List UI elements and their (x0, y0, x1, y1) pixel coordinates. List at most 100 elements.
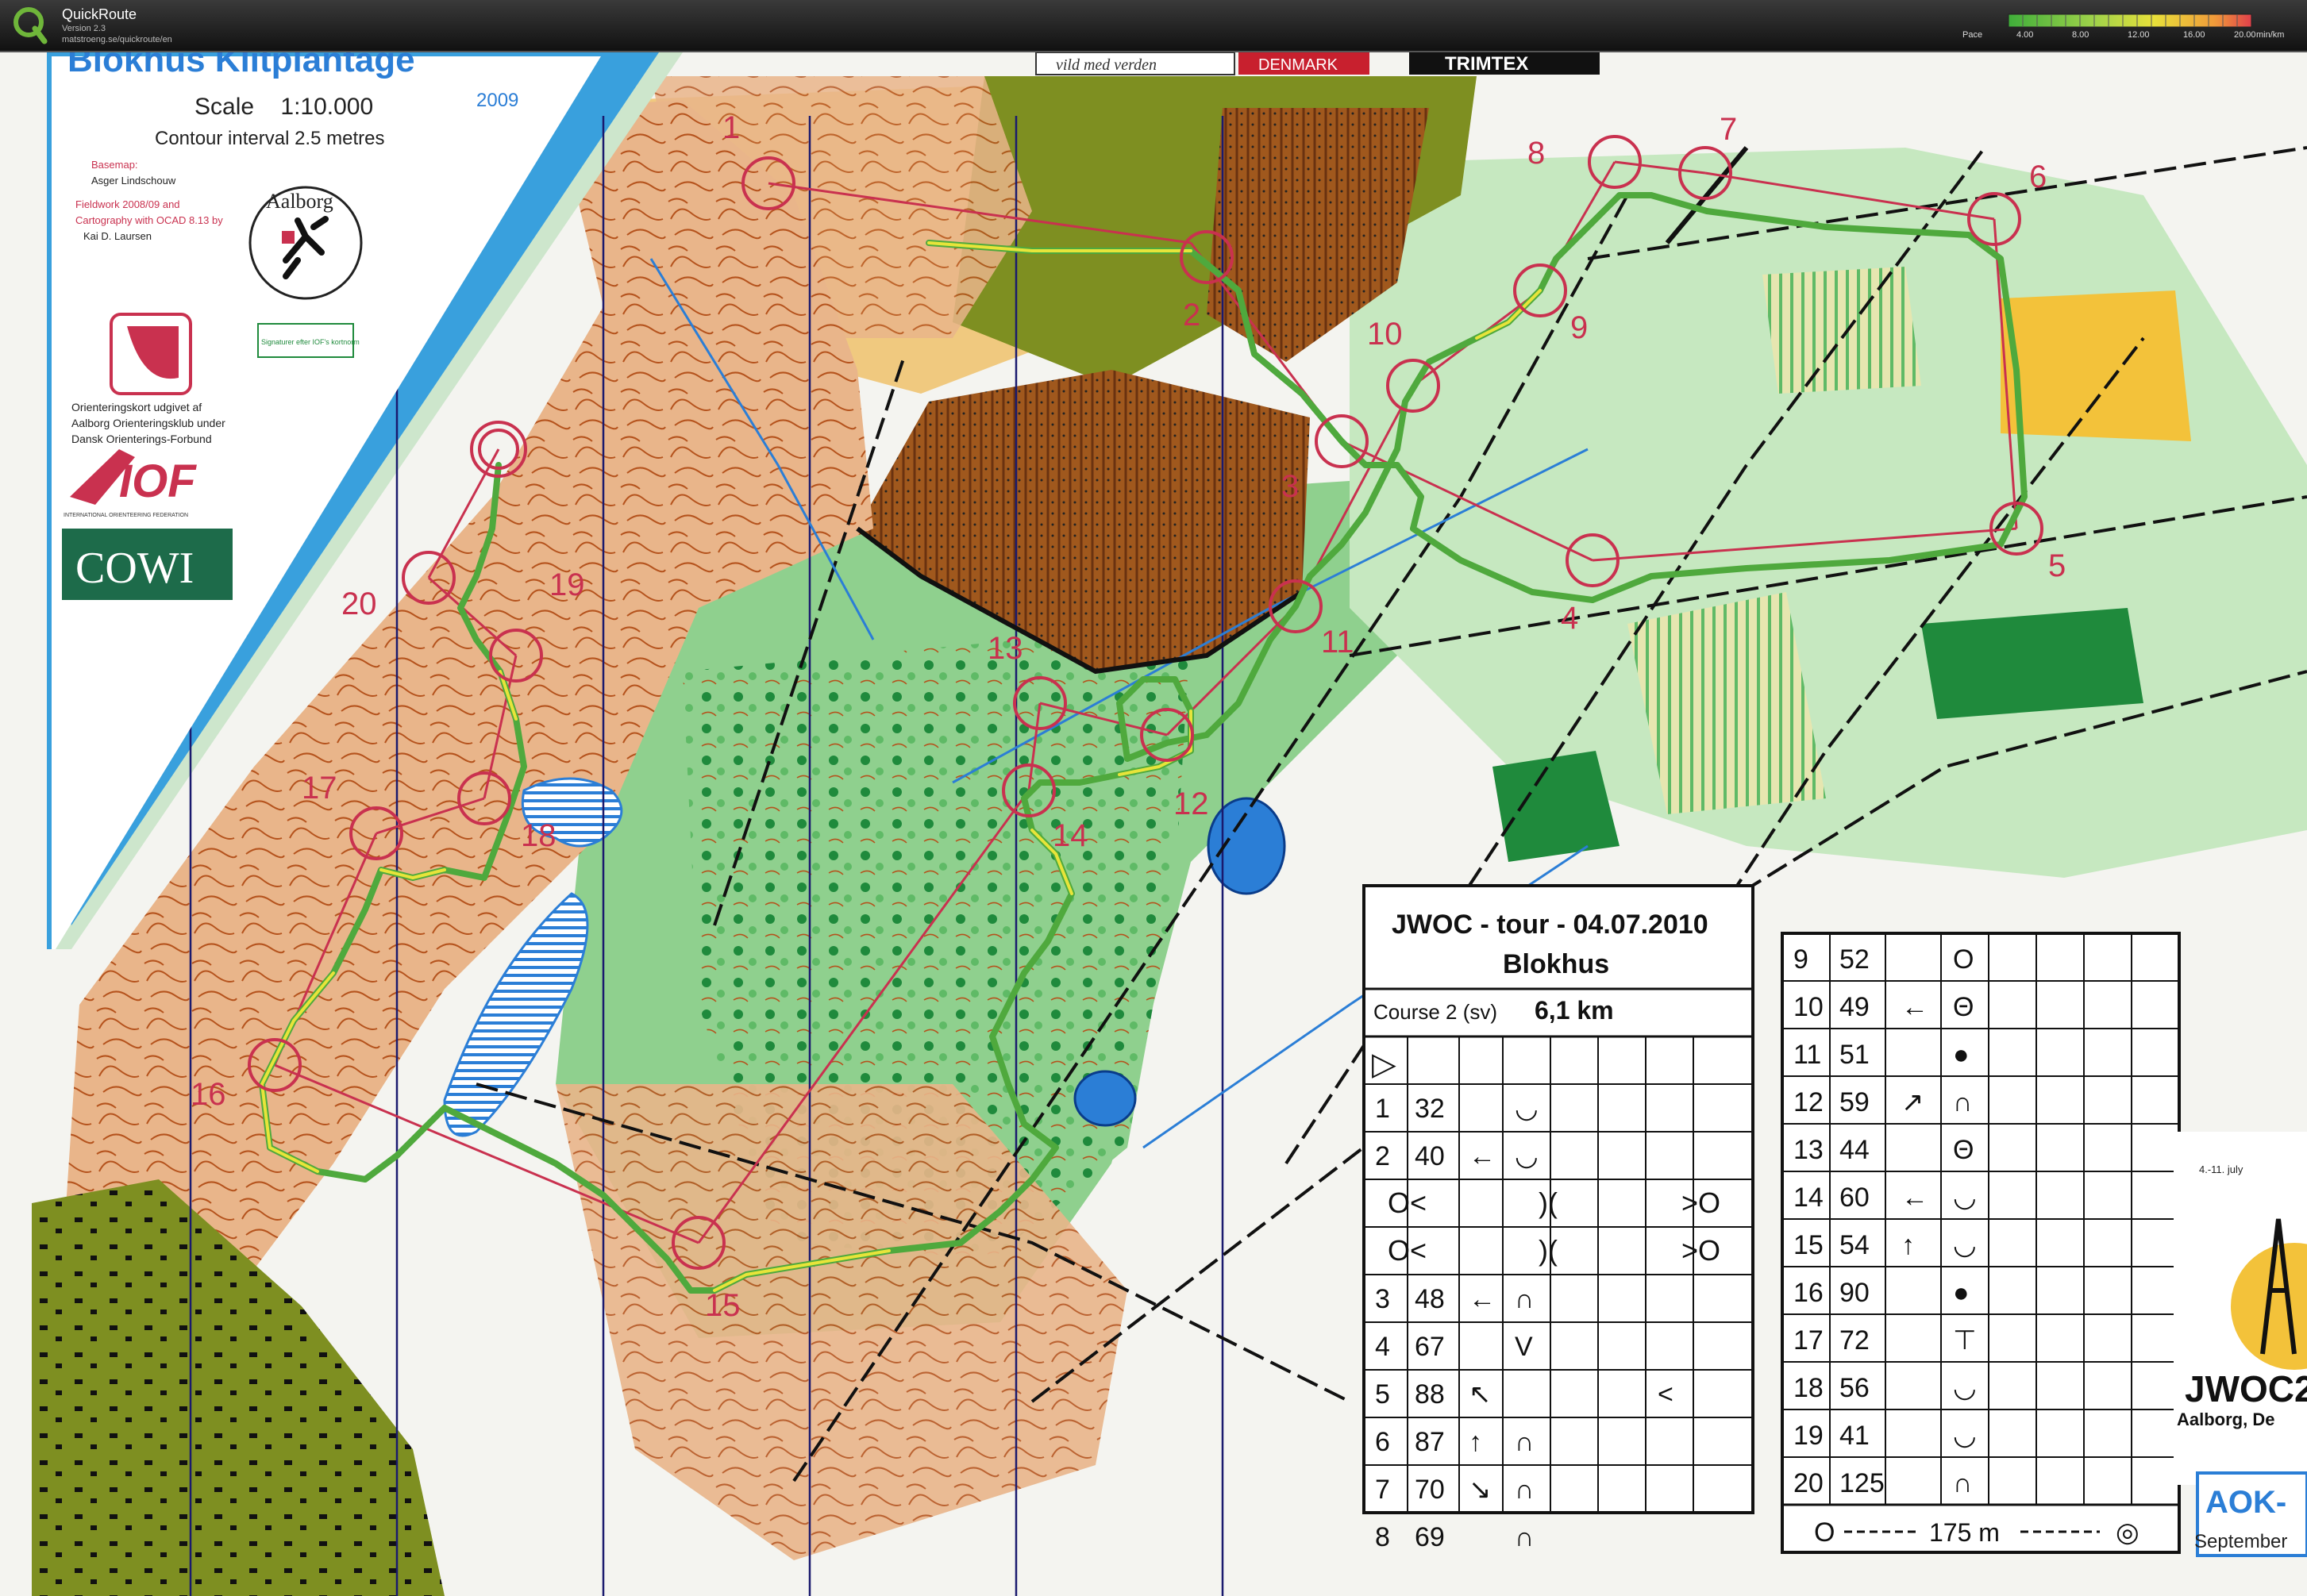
control-symbol: ∩ (1515, 1284, 1534, 1314)
taped-route-symbol: >O (1681, 1234, 1720, 1267)
pace-label: Pace (1962, 30, 1983, 40)
finish-circle-icon: ◎ (2116, 1517, 2139, 1548)
finish-distance: 175 m (1929, 1518, 2000, 1547)
control-symbol: ◡ (1953, 1183, 1977, 1213)
control-seq: 16 (1793, 1278, 1824, 1308)
credit-line: Aalborg Orienteringsklub under (71, 417, 225, 429)
control-direction: ↑ (1901, 1230, 1915, 1260)
control-direction: ← (1901, 992, 1928, 1022)
pace-tick: 8.00 (2072, 30, 2089, 40)
credit-line: Orienteringskort udgivet af (71, 401, 202, 413)
control-seq: 11 (1793, 1040, 1821, 1070)
control-symbol: V (1515, 1332, 1533, 1362)
control-seq: 17 (1793, 1325, 1824, 1356)
control-symbol: ● (1953, 1278, 1970, 1308)
control-number: 16 (191, 1077, 226, 1112)
green-stripes-area-2 (1762, 267, 1921, 394)
control-seq: 18 (1793, 1373, 1824, 1403)
dark-green-area (1921, 608, 2143, 719)
control-direction: ← (1469, 1284, 1496, 1314)
start-triangle-icon: ▷ (1372, 1047, 1396, 1082)
sponsor-banner-text: TRIMTEX (1445, 53, 1528, 75)
control-code: 87 (1415, 1427, 1445, 1457)
pace-color-scale (2008, 13, 2252, 28)
app-version: Version 2.3 (62, 24, 106, 33)
control-symbol: ◡ (1953, 1373, 1977, 1403)
control-code: 41 (1839, 1421, 1870, 1451)
credit-line: Asger Lindschouw (91, 175, 176, 187)
control-number: 6 (2029, 160, 2047, 194)
control-code: 72 (1839, 1325, 1870, 1356)
control-number: 4 (1561, 601, 1578, 636)
pace-tick: 16.00 (2183, 30, 2205, 40)
control-number: 15 (705, 1288, 741, 1323)
control-code: 60 (1839, 1183, 1870, 1213)
pace-unit: min/km (2256, 30, 2285, 40)
control-symbol: ◡ (1515, 1094, 1539, 1124)
control-number: 14 (1053, 818, 1088, 853)
control-number: 13 (988, 631, 1023, 666)
control-seq: 10 (1793, 992, 1824, 1022)
control-symbol: Θ (1953, 1135, 1974, 1165)
sponsor-banner-text: DENMARK (1258, 56, 1338, 74)
control-number: 9 (1570, 310, 1588, 345)
control-number: 10 (1367, 317, 1403, 352)
control-number: 20 (341, 586, 377, 621)
control-code: 125 (1839, 1468, 1885, 1498)
card-course: Course 2 (sv) (1373, 1000, 1497, 1024)
control-number: 8 (1527, 136, 1545, 171)
control-extra-symbol: < (1658, 1379, 1673, 1409)
iof-logo-subtitle: INTERNATIONAL ORIENTEERING FEDERATION (64, 513, 188, 518)
control-seq: 9 (1793, 944, 1808, 975)
app-url: matstroeng.se/quickroute/en (62, 35, 172, 44)
signature-note: Signaturer efter IOF's kortnorm (261, 338, 360, 346)
credit-line: Basemap: (91, 159, 138, 171)
control-code: 51 (1839, 1040, 1870, 1070)
control-code: 44 (1839, 1135, 1870, 1165)
orienteering-map[interactable]: 1 2 3 4 5 6 7 8 9 10 11 12 13 14 15 16 1… (0, 52, 2307, 1596)
control-number: 1 (722, 110, 740, 145)
pace-tick: 12.00 (2128, 30, 2150, 40)
poster-month: September (2194, 1531, 2287, 1552)
control-code: 49 (1839, 992, 1870, 1022)
control-code: 70 (1415, 1475, 1445, 1505)
control-symbol: ∩ (1515, 1427, 1534, 1457)
control-symbol: ◡ (1953, 1421, 1977, 1451)
cowi-logo-text: COWI (75, 544, 194, 593)
control-number: 2 (1183, 298, 1200, 333)
control-symbol: O (1953, 944, 1974, 975)
control-direction: ↗ (1901, 1087, 1924, 1117)
control-direction: ← (1469, 1141, 1496, 1171)
poster-dates: 4.-11. july (2199, 1163, 2243, 1175)
app-title: QuickRoute (62, 6, 137, 22)
control-seq: 8 (1375, 1522, 1390, 1552)
card-subtitle: Blokhus (1503, 949, 1609, 979)
control-seq: 3 (1375, 1284, 1390, 1314)
taped-route-symbol: )( (1539, 1234, 1558, 1267)
control-seq: 15 (1793, 1230, 1824, 1260)
poster-city: Aalborg, De (2177, 1409, 2274, 1429)
control-seq: 19 (1793, 1421, 1824, 1451)
map-contour-interval: Contour interval 2.5 metres (155, 128, 384, 149)
map-scale: Scale 1:10.000 (194, 94, 373, 120)
control-seq: 6 (1375, 1427, 1390, 1457)
control-seq: 2 (1375, 1141, 1390, 1171)
control-number: 11 (1321, 625, 1354, 660)
control-code: 54 (1839, 1230, 1870, 1260)
control-seq: 12 (1793, 1087, 1824, 1117)
control-code: 48 (1415, 1284, 1445, 1314)
pace-tick: 4.00 (2016, 30, 2034, 40)
control-symbol: ∩ (1953, 1468, 1972, 1498)
dof-logo (110, 313, 192, 395)
club-logo-text: Aalborg (266, 190, 333, 213)
control-number: 5 (2048, 548, 2066, 583)
control-number: 3 (1281, 469, 1299, 504)
control-number: 12 (1173, 786, 1209, 821)
control-code: 67 (1415, 1332, 1445, 1362)
control-code: 88 (1415, 1379, 1445, 1409)
quickroute-logo-icon (13, 7, 48, 44)
control-symbol: ● (1953, 1040, 1970, 1070)
control-code: 90 (1839, 1278, 1870, 1308)
map-title: Blokhus Klitplantage (67, 52, 415, 79)
control-symbol: ∩ (1953, 1087, 1972, 1117)
